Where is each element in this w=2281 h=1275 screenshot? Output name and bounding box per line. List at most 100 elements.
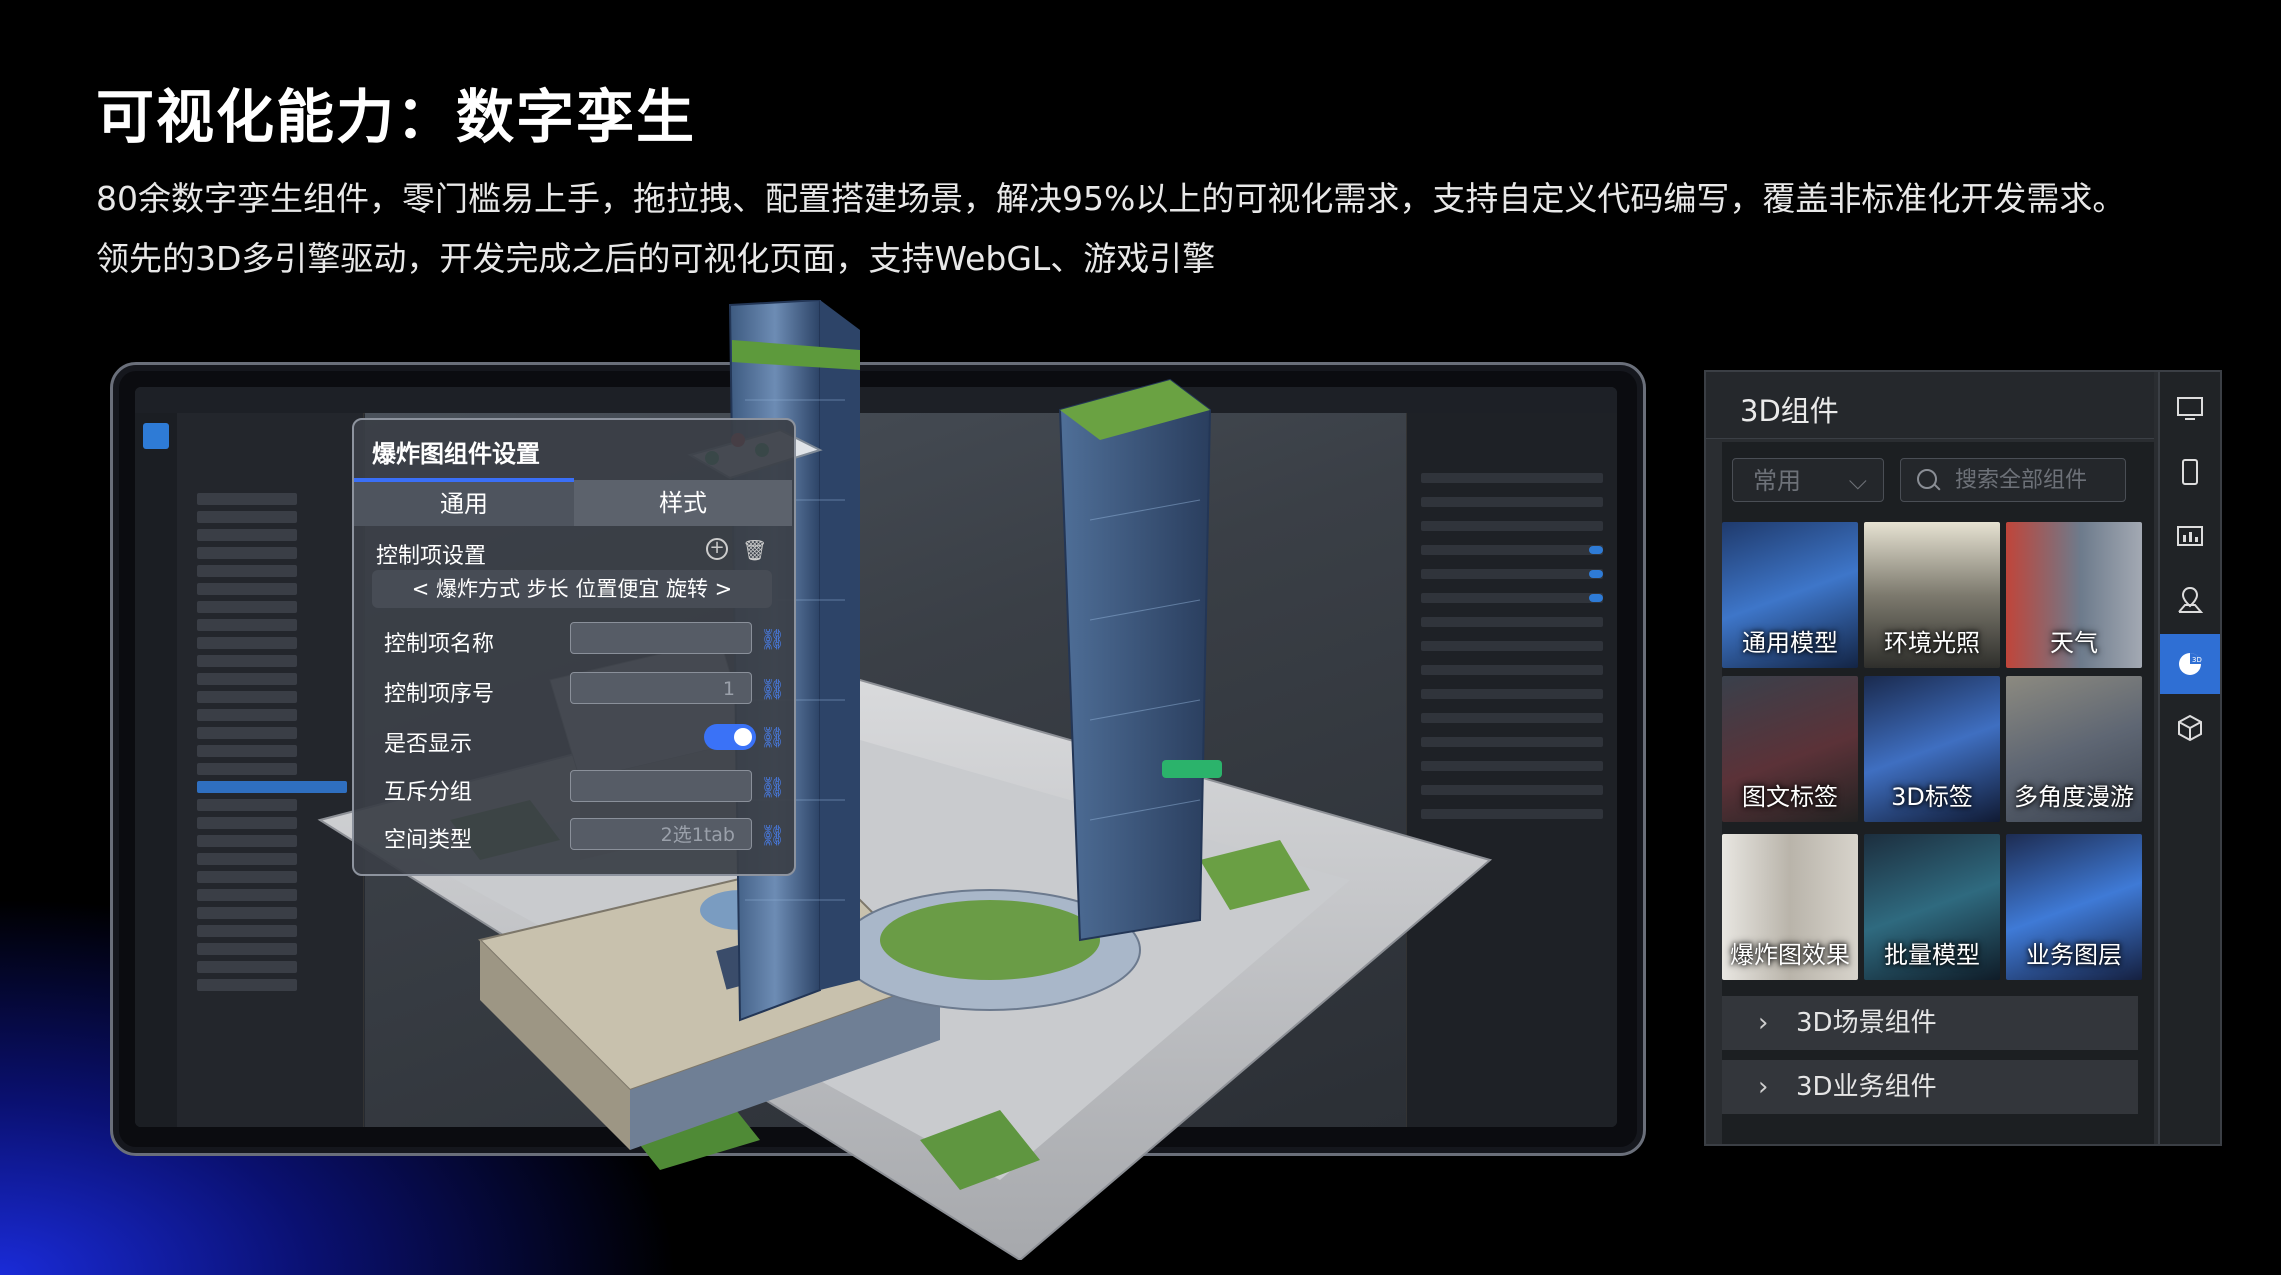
space-type-input[interactable]: 2选1tab [570, 818, 752, 850]
layer-row[interactable] [197, 943, 297, 955]
tile-label: 批量模型 [1884, 941, 1980, 969]
tile-explosion-effect[interactable]: 爆炸图效果 [1722, 834, 1858, 980]
accordion-label: 3D业务组件 [1796, 1072, 1937, 1102]
page-title: 可视化能力：数字孪生 [96, 83, 697, 151]
layer-row[interactable] [197, 979, 297, 991]
tile-label: 环境光照 [1884, 629, 1980, 657]
tile-batch-model[interactable]: 批量模型 [1864, 834, 2000, 980]
accordion-label: 3D场景组件 [1796, 1008, 1937, 1038]
trash-icon[interactable]: 🗑 [742, 538, 767, 562]
search-placeholder: 搜索全部组件 [1955, 468, 2088, 493]
layer-row[interactable] [197, 619, 297, 631]
screen-icon[interactable] [2160, 378, 2220, 438]
chart-icon[interactable] [2160, 506, 2220, 566]
tile-label: 3D标签 [1891, 783, 1973, 811]
3d-component-panel: 3D组件 常用 ⌵ 搜索全部组件 通用模型 环境光照 天气 图文标签 3D标签 … [1704, 370, 2222, 1146]
layer-row[interactable] [197, 961, 297, 973]
layer-row[interactable] [197, 853, 297, 865]
3d-chart-icon[interactable]: 3D [2160, 634, 2220, 694]
layer-row[interactable] [197, 691, 297, 703]
control-name-input[interactable] [570, 622, 752, 654]
component-category-rail: 3D [2158, 372, 2220, 1144]
layer-row[interactable] [197, 637, 297, 649]
link-icon[interactable]: ⛓ [760, 678, 785, 700]
description-line-2: 领先的3D多引擎驱动，开发完成之后的可视化页面，支持WebGL、游戏引擎 [96, 239, 1216, 278]
explosion-settings-panel: 爆炸图组件设置 通用 样式 控制项设置 + 🗑 < 爆炸方式 步长 位置便宜 旋… [352, 418, 796, 876]
layer-row[interactable] [197, 493, 297, 505]
layer-row[interactable] [197, 817, 297, 829]
svg-text:3D: 3D [2192, 656, 2202, 664]
add-icon[interactable]: + [706, 538, 728, 560]
tab-style[interactable]: 样式 [574, 480, 792, 526]
field-label: 是否显示 [384, 732, 473, 757]
tower-right [1058, 378, 1212, 942]
accordion-3d-scene-components[interactable]: › 3D场景组件 [1722, 996, 2138, 1050]
field-label: 空间类型 [384, 828, 473, 853]
category-select-value: 常用 [1753, 467, 1801, 495]
tile-ambient-light[interactable]: 环境光照 [1864, 522, 2000, 668]
description-line-1: 80余数字孪生组件，零门槛易上手，拖拉拽、配置搭建场景，解决95%以上的可视化需… [96, 179, 2126, 218]
control-settings-label: 控制项设置 [376, 544, 487, 569]
tile-label: 爆炸图效果 [1730, 941, 1850, 969]
link-icon[interactable]: ⛓ [760, 628, 785, 650]
property-toggle[interactable] [1589, 546, 1603, 554]
layer-row[interactable] [197, 529, 297, 541]
layer-row[interactable] [197, 889, 297, 901]
field-label: 控制项序号 [384, 682, 495, 707]
tile-weather[interactable]: 天气 [2006, 522, 2142, 668]
tile-business-layer[interactable]: 业务图层 [2006, 834, 2142, 980]
layer-row[interactable] [197, 655, 297, 667]
map-pin-icon[interactable] [2160, 570, 2220, 630]
layer-row[interactable] [197, 835, 297, 847]
property-toggle[interactable] [1589, 570, 1603, 578]
field-label: 互斥分组 [384, 780, 473, 805]
layer-row[interactable] [197, 547, 297, 559]
layer-row[interactable] [197, 925, 297, 937]
tile-generic-model[interactable]: 通用模型 [1722, 522, 1858, 668]
layer-row[interactable] [197, 745, 297, 757]
chevron-right-icon: › [1758, 1008, 1769, 1038]
layer-row[interactable] [197, 601, 297, 613]
category-select[interactable]: 常用 ⌵ [1732, 458, 1884, 502]
cube-icon[interactable] [2160, 698, 2220, 758]
tile-label: 图文标签 [1742, 783, 1838, 811]
tile-label: 多角度漫游 [2014, 783, 2134, 811]
property-toggle[interactable] [1589, 594, 1603, 602]
control-index-input[interactable]: 1 [570, 672, 752, 704]
tile-label: 业务图层 [2026, 941, 2122, 969]
layer-row[interactable] [197, 871, 297, 883]
layer-row[interactable] [197, 727, 297, 739]
control-item-selector[interactable]: < 爆炸方式 步长 位置便宜 旋转 > [372, 570, 772, 608]
layer-row[interactable] [197, 799, 297, 811]
layer-row[interactable] [197, 763, 297, 775]
tile-label: 通用模型 [1742, 629, 1838, 657]
editor-rail-item[interactable] [143, 423, 169, 449]
search-icon [1917, 469, 1937, 489]
link-icon[interactable]: ⛓ [760, 726, 785, 748]
chevron-right-icon: › [1758, 1072, 1769, 1102]
exclusive-group-input[interactable] [570, 770, 752, 802]
explosion-panel-title: 爆炸图组件设置 [372, 440, 540, 468]
editor-left-rail [135, 413, 177, 1127]
layer-row[interactable] [197, 511, 297, 523]
component-search[interactable]: 搜索全部组件 [1900, 458, 2126, 502]
tile-3d-label[interactable]: 3D标签 [1864, 676, 2000, 822]
chevron-down-icon: ⌵ [1848, 467, 1867, 495]
field-label: 控制项名称 [384, 632, 495, 657]
component-panel-header: 3D组件 [1706, 372, 2154, 439]
tile-label: 天气 [2050, 629, 2098, 657]
component-panel-title: 3D组件 [1740, 394, 1839, 428]
link-icon[interactable]: ⛓ [760, 824, 785, 846]
tab-general[interactable]: 通用 [354, 478, 574, 526]
tile-multi-angle-tour[interactable]: 多角度漫游 [2006, 676, 2142, 822]
layer-row[interactable] [197, 673, 297, 685]
layer-row[interactable] [197, 583, 297, 595]
layer-row[interactable] [197, 709, 297, 721]
layer-row[interactable] [197, 907, 297, 919]
visible-toggle[interactable] [704, 724, 756, 750]
mobile-icon[interactable] [2160, 442, 2220, 502]
link-icon[interactable]: ⛓ [760, 776, 785, 798]
layer-row[interactable] [197, 565, 297, 577]
accordion-3d-business-components[interactable]: › 3D业务组件 [1722, 1060, 2138, 1114]
tile-graphic-label[interactable]: 图文标签 [1722, 676, 1858, 822]
